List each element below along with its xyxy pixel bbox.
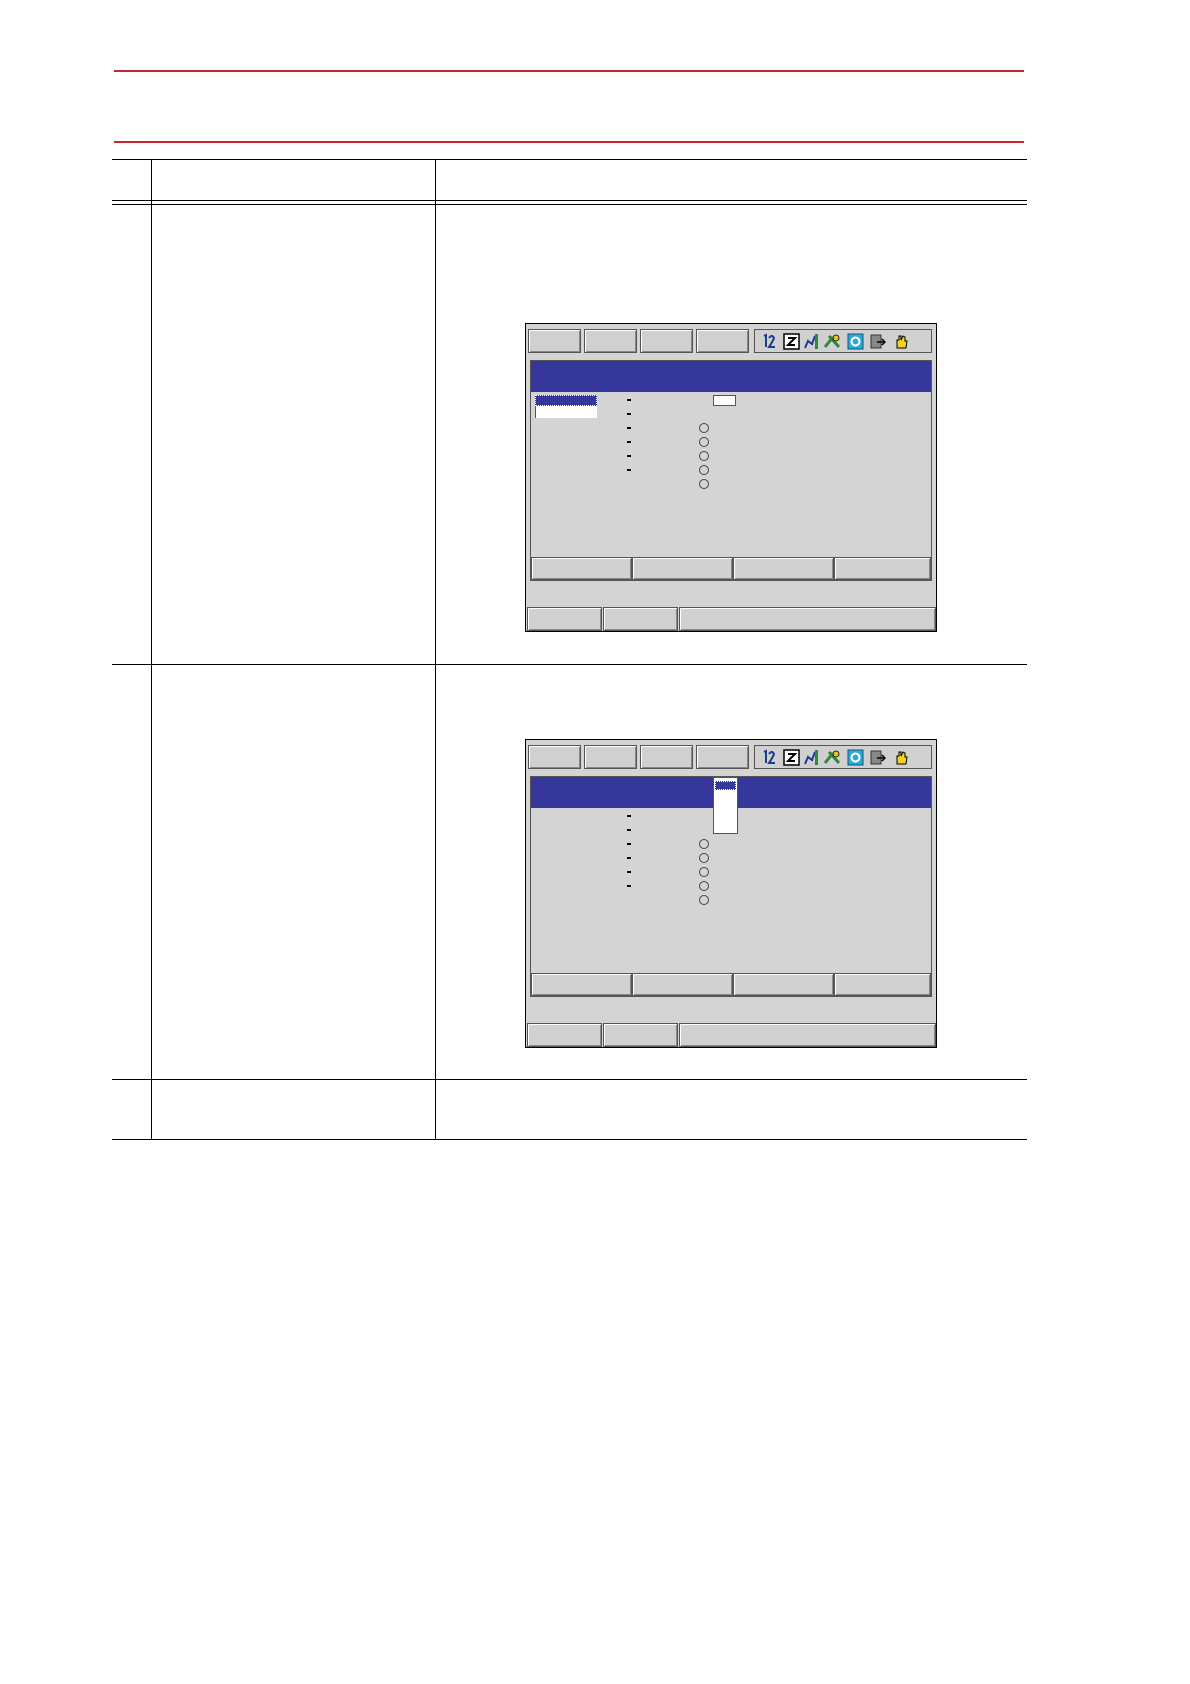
function-button-2[interactable]: [632, 557, 733, 580]
robot-arm-icon: [804, 334, 818, 349]
table-row-rule-2: [112, 1079, 1027, 1080]
function-button-4[interactable]: [834, 973, 931, 996]
header-rule-bottom: [114, 141, 1024, 143]
asterisk-marker: [626, 841, 632, 847]
table-top-rule: [112, 159, 1027, 160]
list-item[interactable]: [535, 406, 597, 418]
table-header-rule-2: [112, 204, 1027, 205]
table-col-divider-2: [435, 159, 436, 1140]
function-button-3[interactable]: [733, 973, 834, 996]
asterisk-marker: [626, 827, 632, 833]
value-input[interactable]: [713, 395, 736, 406]
radio-button[interactable]: [699, 423, 709, 433]
robot-arm-icon: [804, 750, 818, 765]
radio-button[interactable]: [699, 853, 709, 863]
screen-title-bar: [531, 361, 931, 392]
asterisk-marker: [626, 813, 632, 819]
menu-button-1[interactable]: [528, 329, 581, 353]
function-button-3[interactable]: [733, 557, 834, 580]
menu-button-4[interactable]: [696, 329, 749, 353]
menu-button-1[interactable]: [528, 745, 581, 769]
hand-icon: [896, 751, 908, 765]
function-button-1[interactable]: [531, 973, 632, 996]
message-area: [679, 607, 936, 631]
asterisk-marker: [626, 855, 632, 861]
hand-icon: [896, 335, 908, 349]
status-bar: [754, 329, 932, 353]
asterisk-marker: [626, 883, 632, 889]
one-two-icon: [763, 749, 776, 764]
radio-button[interactable]: [699, 839, 709, 849]
radio-button[interactable]: [699, 479, 709, 489]
bottom-button-1[interactable]: [527, 1023, 602, 1047]
one-two-icon: [763, 333, 776, 348]
message-area: [679, 1023, 936, 1047]
list-item-selected[interactable]: [535, 395, 597, 406]
z-box-icon: [783, 333, 800, 350]
header-rule-top: [114, 70, 1024, 72]
asterisk-marker: [626, 453, 632, 459]
tools-icon: [823, 750, 841, 765]
export-icon: [870, 334, 886, 349]
main-panel: [530, 776, 932, 997]
export-icon: [870, 750, 886, 765]
function-button-1[interactable]: [531, 557, 632, 580]
function-button-4[interactable]: [834, 557, 931, 580]
dropdown-option-selected[interactable]: [715, 781, 736, 790]
table-bottom-rule: [112, 1139, 1027, 1140]
asterisk-marker: [626, 425, 632, 431]
menu-button-3[interactable]: [640, 745, 693, 769]
bottom-button-1[interactable]: [527, 607, 602, 631]
cycle-icon: [847, 333, 864, 350]
table-header-rule-1: [112, 200, 1027, 201]
bottom-button-2[interactable]: [603, 1023, 678, 1047]
pendant-screen-1: [525, 323, 937, 632]
asterisk-marker: [626, 439, 632, 445]
menu-button-4[interactable]: [696, 745, 749, 769]
z-box-icon: [783, 749, 800, 766]
status-bar: [754, 745, 932, 769]
asterisk-marker: [626, 869, 632, 875]
menu-button-2[interactable]: [584, 745, 637, 769]
menu-button-3[interactable]: [640, 329, 693, 353]
asterisk-marker: [626, 411, 632, 417]
radio-button[interactable]: [699, 867, 709, 877]
radio-button[interactable]: [699, 465, 709, 475]
tools-icon: [823, 334, 841, 349]
function-button-2[interactable]: [632, 973, 733, 996]
radio-button[interactable]: [699, 895, 709, 905]
radio-button[interactable]: [699, 451, 709, 461]
pendant-screen-2: [525, 739, 937, 1048]
bottom-button-2[interactable]: [603, 607, 678, 631]
table-row-rule-1: [112, 664, 1027, 665]
cycle-icon: [847, 749, 864, 766]
radio-button[interactable]: [699, 437, 709, 447]
radio-button[interactable]: [699, 881, 709, 891]
table-col-divider-1: [151, 159, 152, 1140]
asterisk-marker: [626, 467, 632, 473]
dropdown-list[interactable]: [713, 777, 738, 834]
main-panel: [530, 360, 932, 581]
menu-button-2[interactable]: [584, 329, 637, 353]
asterisk-marker: [626, 397, 632, 403]
